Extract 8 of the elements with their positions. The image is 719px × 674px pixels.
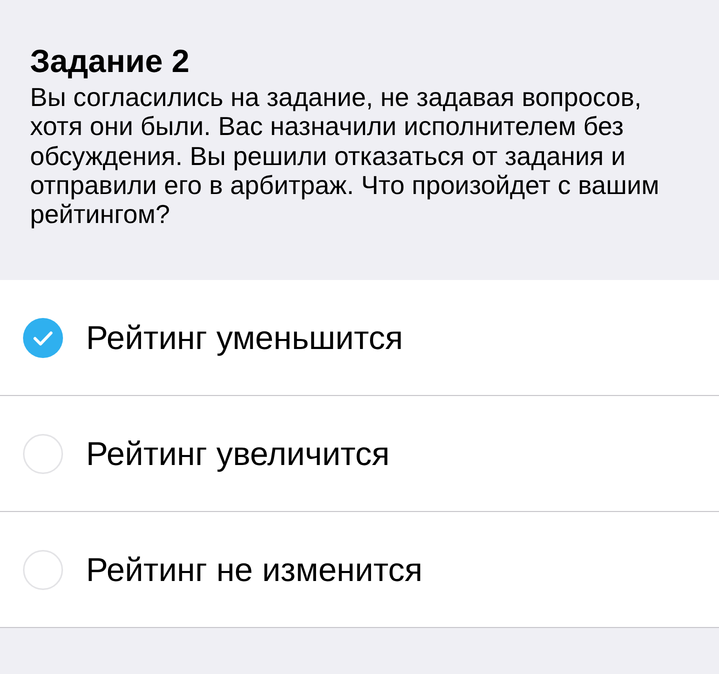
answer-option-label[interactable]: Рейтинг увеличится <box>86 434 390 474</box>
question-text: Вы согласились на задание, не задавая вопросов, хотя они были. Вас назначили исполнителем без обсуждения. Вы решили отказаться от задания и отправили его в арбитраж. Что произойдет с вашим рейтингом? <box>30 83 660 230</box>
answer-option-label[interactable]: Рейтинг не изменится <box>86 550 422 590</box>
task-title: Задание 2 <box>30 42 190 80</box>
checked-radio-icon[interactable] <box>23 318 63 358</box>
radio-icon[interactable] <box>23 550 63 590</box>
radio-icon[interactable] <box>23 434 63 474</box>
answer-option-label[interactable]: Рейтинг уменьшится <box>86 318 403 358</box>
